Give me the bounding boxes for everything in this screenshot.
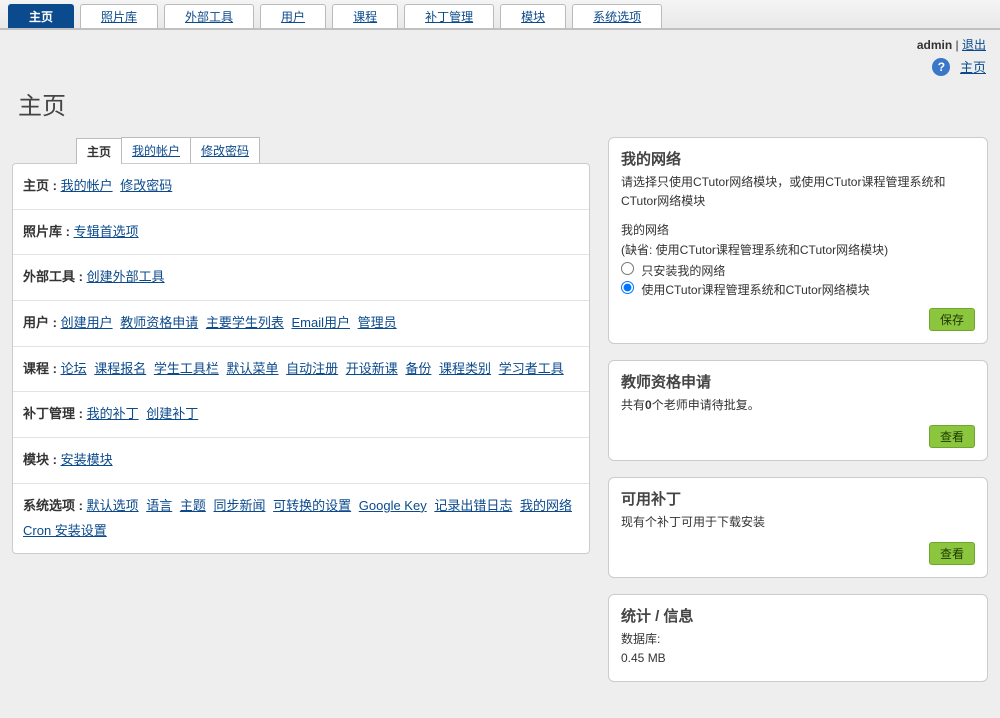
section-link[interactable]: 学生工具栏 [154, 361, 219, 376]
section-link[interactable]: 论坛 [61, 361, 87, 376]
section-2: 外部工具 : 创建外部工具 [13, 254, 589, 300]
subtab-0[interactable]: 主页 [76, 138, 122, 164]
section-4: 课程 : 论坛 课程报名 学生工具栏 默认菜单 自动注册 开设新课 备份 课程类… [13, 346, 589, 392]
stats-card: 统计 / 信息 数据库: 0.45 MB [608, 594, 988, 681]
network-card-default: (缺省: 使用CTutor课程管理系统和CTutor网络模块) [621, 241, 975, 260]
section-label: 照片库 : [23, 224, 74, 239]
top-tab-1[interactable]: 照片库 [80, 4, 158, 28]
teacher-card-title: 教师资格申请 [621, 371, 975, 392]
section-0: 主页 : 我的帐户 修改密码 [13, 164, 589, 209]
top-tab-4[interactable]: 课程 [332, 4, 398, 28]
help-bar: ? 主页 [0, 55, 1000, 86]
network-card-desc: 请选择只使用CTutor网络模块，或使用CTutor课程管理系统和CTutor网… [621, 173, 975, 211]
user-bar: admin | 退出 [0, 30, 1000, 55]
network-save-button[interactable]: 保存 [929, 308, 975, 331]
section-link[interactable]: 开设新课 [346, 361, 398, 376]
network-opt2-radio[interactable] [621, 281, 634, 294]
top-tab-2[interactable]: 外部工具 [164, 4, 254, 28]
top-tab-6[interactable]: 模块 [500, 4, 566, 28]
section-label: 课程 : [23, 361, 61, 376]
section-link[interactable]: 创建外部工具 [87, 269, 165, 284]
section-label: 系统选项 : [23, 498, 87, 513]
section-link[interactable]: 主要学生列表 [206, 315, 284, 330]
section-link[interactable]: 默认菜单 [226, 361, 278, 376]
subtab-1[interactable]: 我的帐户 [121, 137, 191, 163]
breadcrumb-home[interactable]: 主页 [960, 60, 986, 75]
section-link[interactable]: 记录出错日志 [434, 498, 512, 513]
section-link[interactable]: 专辑首选项 [74, 224, 139, 239]
top-tab-5[interactable]: 补丁管理 [404, 4, 494, 28]
network-opt1-radio[interactable] [621, 262, 634, 275]
top-tab-0[interactable]: 主页 [8, 4, 74, 28]
username: admin [917, 38, 952, 52]
section-link[interactable]: 教师资格申请 [120, 315, 198, 330]
stats-db-size: 0.45 MB [621, 649, 975, 668]
network-opt2-label[interactable]: 使用CTutor课程管理系统和CTutor网络模块 [621, 283, 870, 297]
section-link[interactable]: 课程类别 [439, 361, 491, 376]
section-link[interactable]: 修改密码 [120, 178, 172, 193]
section-link[interactable]: Cron 安装设置 [23, 523, 107, 538]
network-card-subtitle: 我的网络 [621, 221, 975, 240]
section-link[interactable]: 主题 [180, 498, 206, 513]
section-link[interactable]: 自动注册 [286, 361, 338, 376]
patch-card-title: 可用补丁 [621, 488, 975, 509]
section-3: 用户 : 创建用户 教师资格申请 主要学生列表 Email用户 管理员 [13, 300, 589, 346]
section-label: 主页 : [23, 178, 61, 193]
network-card-title: 我的网络 [621, 148, 975, 169]
section-label: 模块 : [23, 452, 61, 467]
logout-link[interactable]: 退出 [962, 38, 986, 52]
teacher-card-body: 共有0个老师申请待批复。 [621, 396, 975, 415]
page-title: 主页 [0, 86, 1000, 137]
subtabs: 主页我的帐户修改密码 [76, 137, 590, 163]
patch-card: 可用补丁 现有个补丁可用于下载安装 查看 [608, 477, 988, 578]
section-link[interactable]: 语言 [146, 498, 172, 513]
section-link[interactable]: 安装模块 [61, 452, 113, 467]
section-link[interactable]: 学习者工具 [499, 361, 564, 376]
top-tabs: 主页照片库外部工具用户课程补丁管理模块系统选项 [0, 0, 1000, 30]
section-link[interactable]: 创建用户 [61, 315, 113, 330]
section-link[interactable]: 默认选项 [87, 498, 139, 513]
top-tab-3[interactable]: 用户 [260, 4, 326, 28]
stats-card-title: 统计 / 信息 [621, 605, 975, 626]
section-6: 模块 : 安装模块 [13, 437, 589, 483]
network-opt1-label[interactable]: 只安装我的网络 [621, 264, 725, 278]
teacher-card: 教师资格申请 共有0个老师申请待批复。 查看 [608, 360, 988, 461]
section-link[interactable]: 我的帐户 [61, 178, 113, 193]
section-link[interactable]: Email用户 [291, 315, 350, 330]
teacher-view-button[interactable]: 查看 [929, 425, 975, 448]
section-link[interactable]: 备份 [405, 361, 431, 376]
section-link[interactable]: 同步新闻 [213, 498, 265, 513]
top-tab-7[interactable]: 系统选项 [572, 4, 662, 28]
section-link[interactable]: 管理员 [358, 315, 397, 330]
section-link[interactable]: 可转换的设置 [273, 498, 351, 513]
section-label: 用户 : [23, 315, 61, 330]
section-link[interactable]: 课程报名 [94, 361, 146, 376]
section-label: 补丁管理 : [23, 406, 87, 421]
patch-card-body: 现有个补丁可用于下载安装 [621, 513, 975, 532]
section-link[interactable]: 我的网络 [520, 498, 572, 513]
section-7: 系统选项 : 默认选项 语言 主题 同步新闻 可转换的设置 Google Key… [13, 483, 589, 553]
section-5: 补丁管理 : 我的补丁 创建补丁 [13, 391, 589, 437]
section-1: 照片库 : 专辑首选项 [13, 209, 589, 255]
help-icon[interactable]: ? [932, 58, 950, 76]
subtab-2[interactable]: 修改密码 [190, 137, 260, 163]
section-link[interactable]: 创建补丁 [146, 406, 198, 421]
section-link[interactable]: Google Key [359, 498, 427, 513]
admin-links-panel: 主页 : 我的帐户 修改密码 照片库 : 专辑首选项 外部工具 : 创建外部工具… [12, 163, 590, 554]
network-card: 我的网络 请选择只使用CTutor网络模块，或使用CTutor课程管理系统和CT… [608, 137, 988, 344]
section-label: 外部工具 : [23, 269, 87, 284]
patch-view-button[interactable]: 查看 [929, 542, 975, 565]
section-link[interactable]: 我的补丁 [87, 406, 139, 421]
